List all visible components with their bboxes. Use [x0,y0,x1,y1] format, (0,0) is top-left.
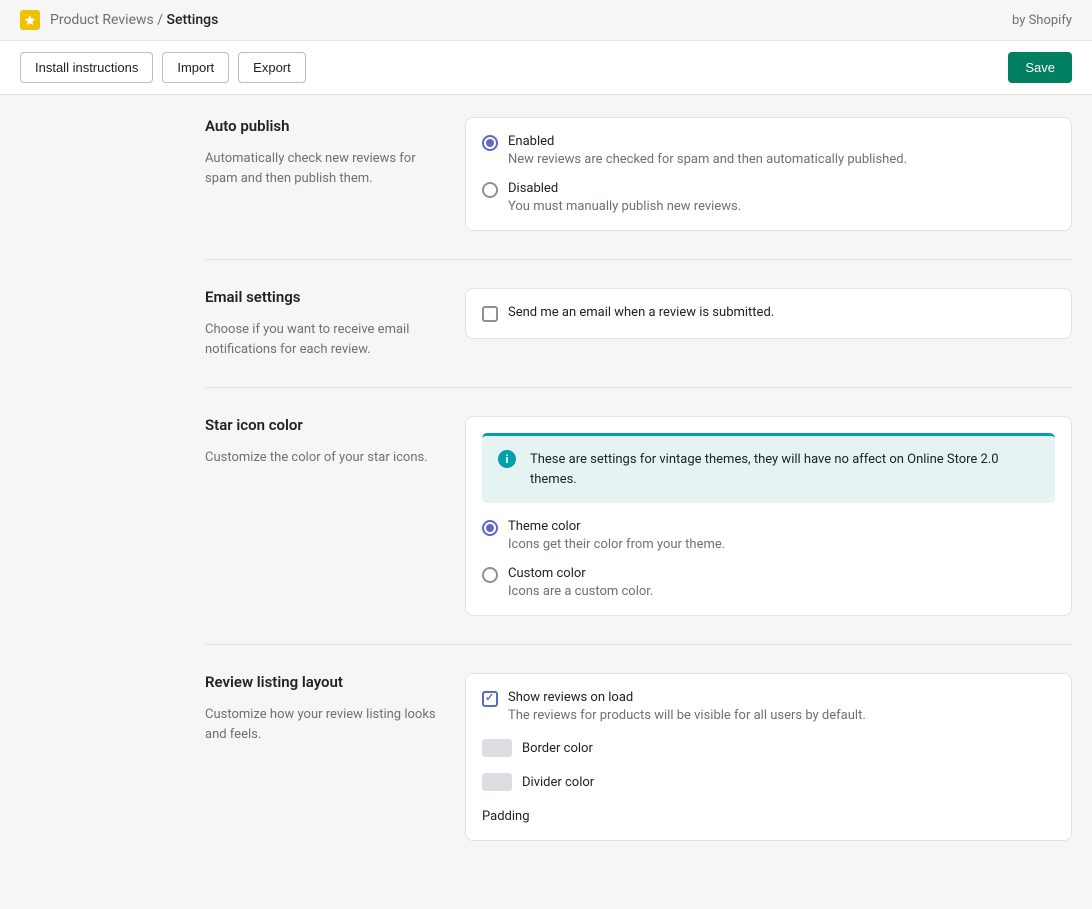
show-reviews-label: Show reviews on load [508,690,866,705]
custom-color-label: Custom color [508,566,653,581]
padding-label: Padding [482,809,1055,824]
auto-publish-title: Auto publish [205,117,445,135]
theme-color-label: Theme color [508,519,725,534]
divider-color-row[interactable]: Divider color [482,773,1055,791]
border-color-swatch[interactable] [482,739,512,757]
divider-color-swatch[interactable] [482,773,512,791]
auto-publish-desc: Automatically check new reviews for spam… [205,149,445,188]
star-icon [20,10,40,30]
radio-disabled-label: Disabled [508,181,741,196]
radio-icon [482,135,498,151]
checkbox-send-email[interactable]: Send me an email when a review is submit… [482,305,1055,322]
checkbox-icon [482,306,498,322]
radio-enabled-desc: New reviews are checked for spam and the… [508,152,907,167]
breadcrumb-current: Settings [166,12,218,28]
border-color-row[interactable]: Border color [482,739,1055,757]
divider-color-label: Divider color [522,775,594,790]
save-button[interactable]: Save [1008,52,1072,83]
radio-enabled[interactable]: Enabled New reviews are checked for spam… [482,134,1055,167]
export-button[interactable]: Export [238,52,306,83]
checkbox-show-reviews[interactable]: Show reviews on load The reviews for pro… [482,690,1055,723]
email-desc: Choose if you want to receive email noti… [205,320,445,359]
star-desc: Customize the color of your star icons. [205,448,445,468]
checkbox-icon [482,691,498,707]
banner-text: These are settings for vintage themes, t… [530,450,1039,489]
breadcrumb-parent[interactable]: Product Reviews [50,12,154,28]
settings-content: Auto publish Automatically check new rev… [0,95,1092,909]
star-title: Star icon color [205,416,445,434]
section-email: Email settings Choose if you want to rec… [205,260,1072,388]
border-color-label: Border color [522,741,593,756]
send-email-label: Send me an email when a review is submit… [508,305,774,320]
section-auto-publish: Auto publish Automatically check new rev… [205,95,1072,260]
import-button[interactable]: Import [162,52,229,83]
radio-disabled[interactable]: Disabled You must manually publish new r… [482,181,1055,214]
radio-icon [482,182,498,198]
section-review-layout: Review listing layout Customize how your… [205,645,1072,869]
breadcrumb: Product Reviews / Settings [50,12,218,28]
section-star-color: Star icon color Customize the color of y… [205,388,1072,645]
radio-disabled-desc: You must manually publish new reviews. [508,199,741,214]
info-icon: i [498,450,516,468]
custom-color-desc: Icons are a custom color. [508,584,653,599]
email-title: Email settings [205,288,445,306]
radio-theme-color[interactable]: Theme color Icons get their color from y… [482,519,1055,552]
app-header: Product Reviews / Settings by Shopify [0,0,1092,41]
toolbar: Install instructions Import Export Save [0,41,1092,95]
breadcrumb-separator: / [154,12,167,28]
install-instructions-button[interactable]: Install instructions [20,52,153,83]
radio-enabled-label: Enabled [508,134,907,149]
star-card: i These are settings for vintage themes,… [465,416,1072,616]
theme-color-desc: Icons get their color from your theme. [508,537,725,552]
by-shopify-label: by Shopify [1012,13,1072,28]
email-card: Send me an email when a review is submit… [465,288,1072,339]
show-reviews-desc: The reviews for products will be visible… [508,708,866,723]
auto-publish-card: Enabled New reviews are checked for spam… [465,117,1072,231]
layout-desc: Customize how your review listing looks … [205,705,445,744]
radio-icon [482,567,498,583]
radio-custom-color[interactable]: Custom color Icons are a custom color. [482,566,1055,599]
info-banner: i These are settings for vintage themes,… [482,433,1055,503]
layout-card: Show reviews on load The reviews for pro… [465,673,1072,841]
radio-icon [482,520,498,536]
layout-title: Review listing layout [205,673,445,691]
